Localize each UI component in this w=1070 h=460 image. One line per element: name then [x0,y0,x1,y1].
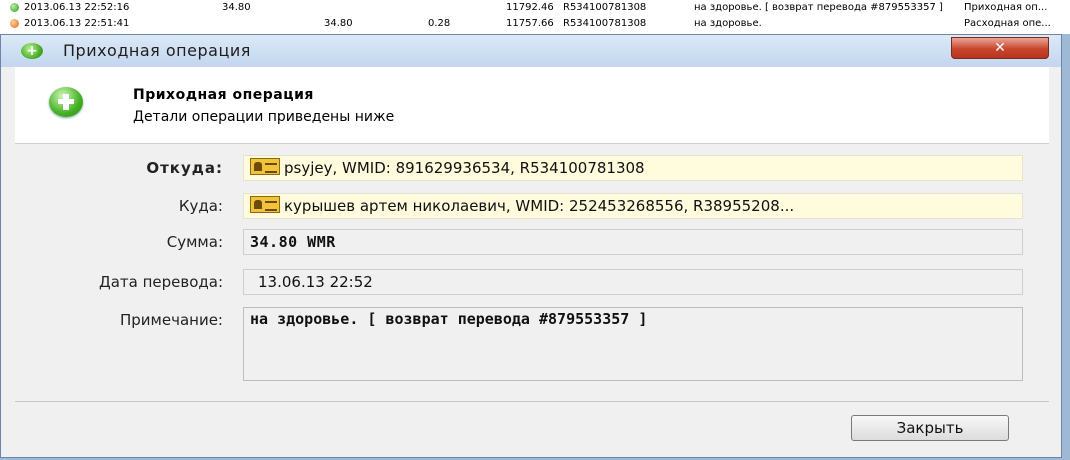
close-button[interactable]: Закрыть [851,415,1009,441]
operation-dialog: + Приходная операция ✕ Приходная операци… [0,34,1062,458]
window-close-button[interactable]: ✕ [951,37,1049,59]
from-label: Откуда: [146,159,223,177]
id-card-icon [250,196,280,213]
transaction-list: 2013.06.13 22:52:16 34.80 11792.46 R5341… [0,0,1070,34]
id-card-icon [250,158,280,175]
to-value: курышев артем николаевич, WMID: 25245326… [284,197,795,215]
details-form: Откуда: psyjey, WMID: 891629936534, R534… [15,143,1049,401]
dialog-header: Приходная операция Детали операции приве… [15,67,1049,144]
header-title: Приходная операция [133,87,314,103]
row-type: Расходная опе... [964,18,1051,29]
row-date: 2013.06.13 22:52:16 [24,2,130,13]
amount-label: Сумма: [166,233,223,251]
table-row[interactable]: 2013.06.13 22:52:16 34.80 11792.46 R5341… [0,0,1070,16]
header-subtitle: Детали операции приведены ниже [133,109,395,125]
to-label: Куда: [178,197,223,215]
row-type: Приходная оп... [964,2,1048,13]
plus-circle-icon: + [21,43,43,59]
note-field[interactable]: на здоровье. [ возврат перевода #8795533… [243,307,1023,381]
date-field[interactable]: 13.06.13 22:52 [243,269,1023,295]
row-purse: R534100781308 [563,18,647,29]
row-balance: 11757.66 [506,18,554,29]
from-value: psyjey, WMID: 891629936534, R53410078130… [284,159,645,177]
outgoing-status-icon [10,19,19,28]
plus-circle-icon [49,87,83,117]
row-date: 2013.06.13 22:51:41 [24,18,130,29]
row-balance: 11792.46 [506,2,554,13]
row-expense: 34.80 [324,18,353,29]
from-field[interactable]: psyjey, WMID: 891629936534, R53410078130… [243,155,1023,181]
incoming-status-icon [10,3,19,12]
table-row[interactable]: 2013.06.13 22:51:41 34.80 0.28 11757.66 … [0,16,1070,32]
row-description: на здоровье. [694,18,762,29]
row-purse: R534100781308 [563,2,647,13]
row-description: на здоровье. [ возврат перевода #8795533… [694,2,943,13]
footer-divider [15,401,1049,402]
row-income: 34.80 [222,2,251,13]
date-label: Дата перевода: [98,273,223,291]
title-bar[interactable]: + Приходная операция ✕ [1,35,1061,67]
to-field[interactable]: курышев артем николаевич, WMID: 25245326… [243,193,1023,219]
row-fee: 0.28 [428,18,451,29]
note-label: Примечание: [120,311,223,329]
amount-field[interactable]: 34.80 WMR [243,229,1023,255]
window-title: Приходная операция [63,41,251,60]
